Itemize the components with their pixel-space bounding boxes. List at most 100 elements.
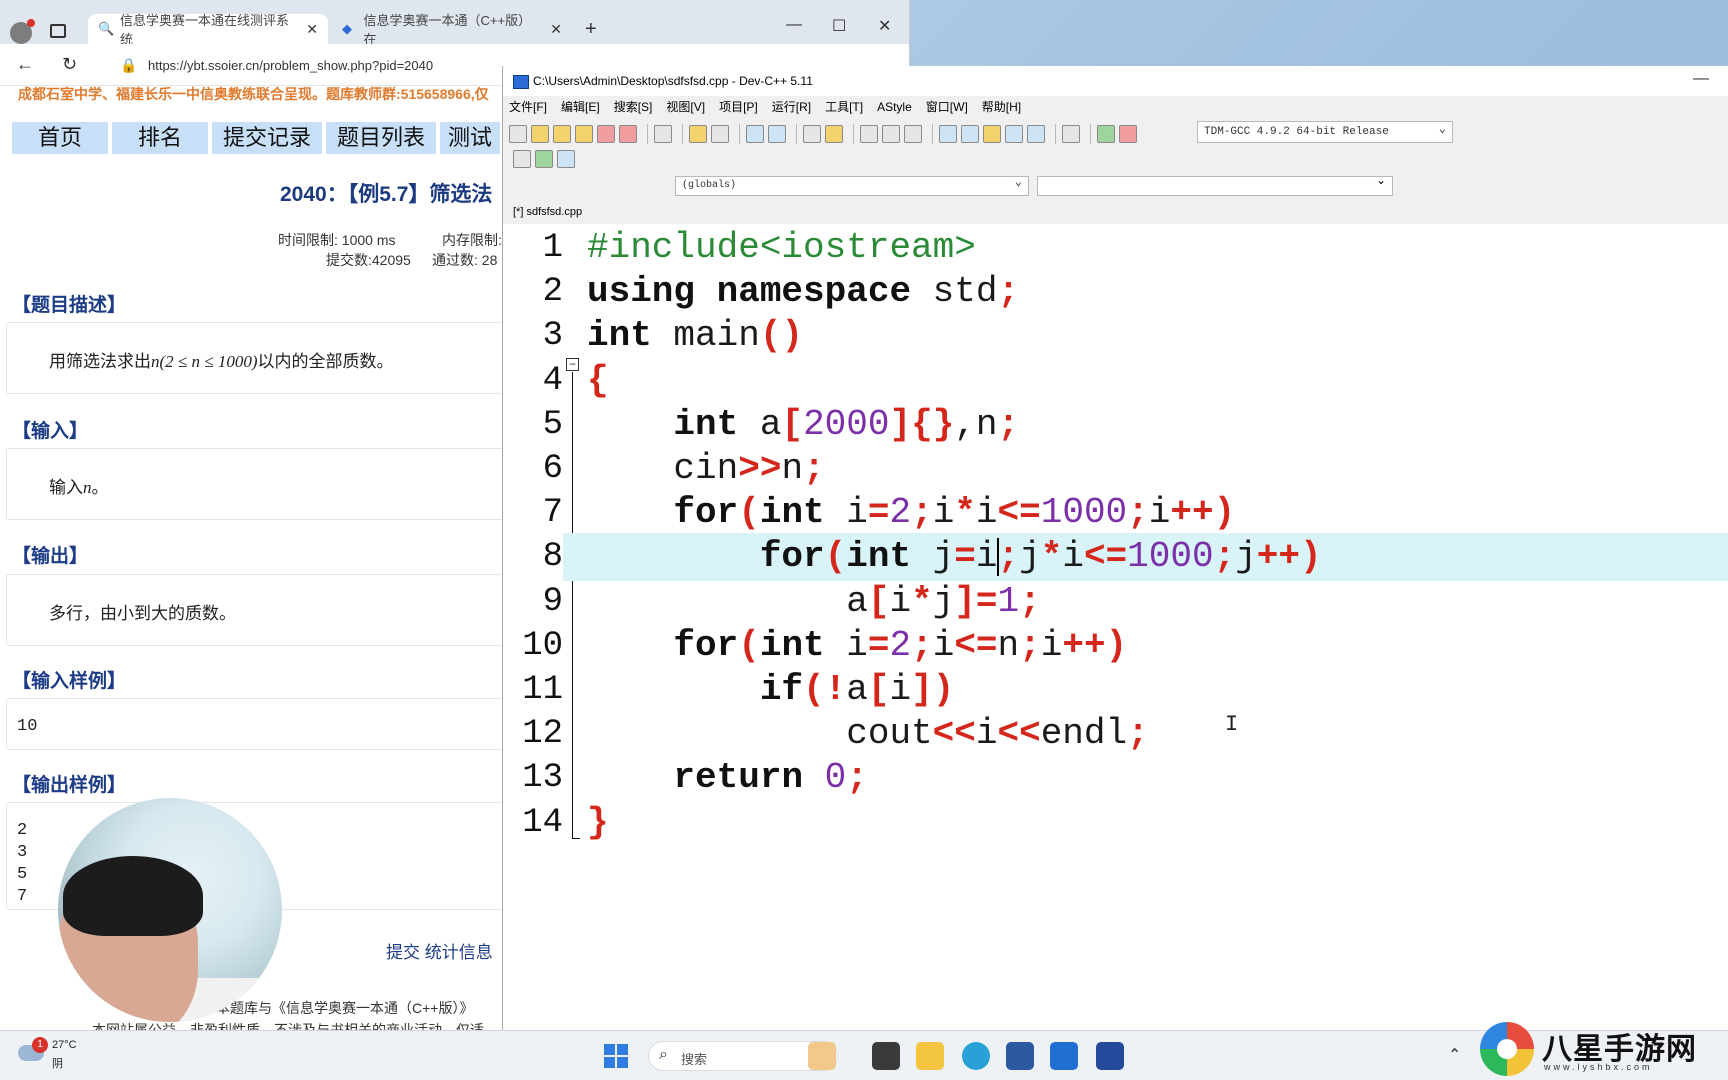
- minimize-icon[interactable]: —: [1693, 70, 1709, 88]
- code-line[interactable]: 12 cout<<i<<endl;: [503, 710, 1728, 758]
- find-icon[interactable]: [746, 125, 764, 143]
- lock-icon[interactable]: 🔒: [120, 57, 137, 74]
- scope-select[interactable]: (globals): [675, 173, 1029, 196]
- browser-tab-2[interactable]: ◆ 信息学奥赛一本通（C++版）在 ✕: [332, 13, 572, 47]
- close-window-icon[interactable]: ✕: [878, 16, 891, 36]
- menu-view[interactable]: 视图[V]: [666, 96, 705, 118]
- line-number: 3: [542, 317, 563, 356]
- code-line[interactable]: 13 return 0;: [503, 754, 1728, 802]
- indent-icon[interactable]: [882, 125, 900, 143]
- insert-icon[interactable]: [535, 150, 553, 168]
- debug-icon[interactable]: [1119, 125, 1137, 143]
- line-number: 9: [542, 582, 563, 621]
- stop-icon[interactable]: [1062, 125, 1080, 143]
- back-icon[interactable]: ←: [16, 54, 34, 75]
- menu-search[interactable]: 搜索[S]: [614, 96, 653, 118]
- bookmark-icon[interactable]: [825, 125, 843, 143]
- menu-tools[interactable]: 工具[T]: [825, 96, 863, 118]
- new-class-icon[interactable]: [513, 150, 531, 168]
- profile-avatar-icon[interactable]: [10, 19, 35, 44]
- close-tab-icon[interactable]: ✕: [550, 21, 562, 38]
- store-icon[interactable]: [1006, 1042, 1034, 1070]
- code-line[interactable]: 5 int a[2000]{},n;: [503, 401, 1728, 449]
- widget-icon[interactable]: [808, 1042, 836, 1070]
- tray-chevron-icon[interactable]: ⌃: [1448, 1045, 1461, 1065]
- menu-run[interactable]: 运行[R]: [772, 96, 811, 118]
- browser-tab-1[interactable]: 🔍 信息学奥赛一本通在线测评系统 ✕: [88, 13, 328, 47]
- code-text: cin>>n;: [587, 445, 824, 493]
- save-all-icon[interactable]: [575, 125, 593, 143]
- refresh-icon[interactable]: ↻: [62, 54, 77, 75]
- code-token: a: [587, 580, 868, 622]
- tab-actions-icon[interactable]: [50, 24, 66, 38]
- code-line[interactable]: 9 a[i*j]=1;: [503, 578, 1728, 626]
- nav-test[interactable]: 测试: [440, 122, 500, 154]
- file-tab[interactable]: [*] sdfsfsd.cpp: [513, 206, 582, 218]
- code-line[interactable]: 7 for(int i=2;i*i<=1000;i++): [503, 489, 1728, 537]
- task-view-icon[interactable]: [872, 1042, 900, 1070]
- code-token: j: [911, 536, 955, 578]
- close-all-icon[interactable]: [619, 125, 637, 143]
- redo-icon[interactable]: [711, 125, 729, 143]
- new-file-icon[interactable]: [509, 125, 527, 143]
- code-line[interactable]: 3 int main(): [503, 312, 1728, 360]
- close-file-icon[interactable]: [597, 125, 615, 143]
- class-browser-icon[interactable]: [557, 150, 575, 168]
- goto-line-icon[interactable]: [803, 125, 821, 143]
- webcam-hair: [63, 856, 203, 936]
- minimize-icon[interactable]: —: [786, 16, 802, 34]
- compile-run-icon[interactable]: [983, 125, 1001, 143]
- new-tab-icon[interactable]: +: [585, 18, 597, 41]
- code-line[interactable]: 1 #include<iostream>: [503, 224, 1728, 272]
- undo-icon[interactable]: [689, 125, 707, 143]
- code-line[interactable]: 6 cin>>n;: [503, 445, 1728, 493]
- code-line[interactable]: 4{: [503, 357, 1728, 405]
- menu-window[interactable]: 窗口[W]: [926, 96, 968, 118]
- file-explorer-icon[interactable]: [916, 1042, 944, 1070]
- input-pre: 输入: [49, 478, 83, 497]
- chart-icon[interactable]: [1097, 125, 1115, 143]
- photos-icon[interactable]: [1050, 1042, 1078, 1070]
- code-line[interactable]: 11 if(!a[i]): [503, 666, 1728, 714]
- submission-count: 提交数:42095: [326, 252, 411, 268]
- submit-stats-links[interactable]: 提交 统计信息: [386, 938, 493, 963]
- unindent-icon[interactable]: [860, 125, 878, 143]
- print-icon[interactable]: [654, 125, 672, 143]
- run-icon[interactable]: [961, 125, 979, 143]
- menu-file[interactable]: 文件[F]: [509, 96, 547, 118]
- code-token: std: [911, 271, 998, 313]
- close-tab-icon[interactable]: ✕: [306, 21, 318, 38]
- nav-submissions[interactable]: 提交记录: [212, 122, 322, 154]
- replace-icon[interactable]: [768, 125, 786, 143]
- menu-project[interactable]: 项目[P]: [719, 96, 758, 118]
- code-line[interactable]: 8 for(int j=i;j*i<=1000;j++): [503, 533, 1728, 582]
- menu-help[interactable]: 帮助[H]: [982, 96, 1021, 118]
- search-icon: ⌕: [659, 1046, 668, 1063]
- compile-icon[interactable]: [939, 125, 957, 143]
- code-token: 0: [824, 757, 847, 799]
- edge-browser-icon[interactable]: [962, 1042, 990, 1070]
- check-syntax-icon[interactable]: [1027, 125, 1045, 143]
- open-file-icon[interactable]: [531, 125, 549, 143]
- code-line[interactable]: 10 for(int i=2;i<=n;i++): [503, 622, 1728, 670]
- rebuild-icon[interactable]: [1005, 125, 1023, 143]
- code-line[interactable]: 2 using namespace std;: [503, 268, 1728, 316]
- menu-edit[interactable]: 编辑[E]: [561, 96, 600, 118]
- toggle-comment-icon[interactable]: [904, 125, 922, 143]
- devcpp-taskbar-icon[interactable]: [1096, 1042, 1124, 1070]
- code-line[interactable]: 14}: [503, 799, 1728, 847]
- nav-rank[interactable]: 排名: [112, 122, 208, 154]
- start-button[interactable]: [604, 1044, 628, 1068]
- nav-home[interactable]: 首页: [12, 122, 108, 154]
- url-field[interactable]: https://ybt.ssoier.cn/problem_show.php?p…: [148, 58, 433, 73]
- compiler-select[interactable]: TDM-GCC 4.9.2 64-bit Release: [1197, 119, 1453, 143]
- code-token: i: [824, 624, 868, 666]
- maximize-icon[interactable]: ☐: [832, 16, 846, 36]
- code-token: endl: [1040, 713, 1128, 755]
- member-select[interactable]: [1037, 173, 1393, 196]
- save-icon[interactable]: [553, 125, 571, 143]
- menu-astyle[interactable]: AStyle: [877, 96, 912, 118]
- nav-problems[interactable]: 题目列表: [326, 122, 436, 154]
- code-token: cin: [587, 448, 739, 489]
- code-editor[interactable]: − 1 #include<iostream> 2 using namespace st…: [503, 224, 1728, 1030]
